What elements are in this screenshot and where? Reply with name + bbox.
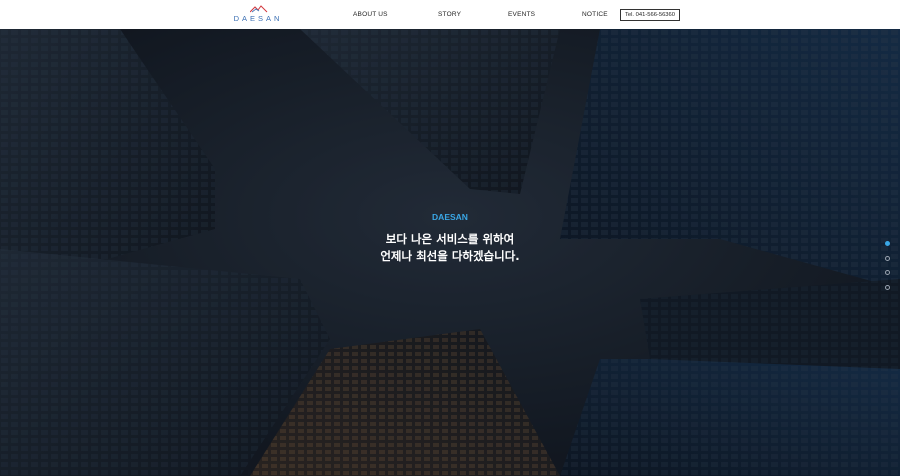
hero-headline-line1: 보다 나은 서비스를 위하여 (385, 232, 515, 246)
hero-kicker: DAESAN (432, 212, 468, 222)
slide-pagination (885, 241, 893, 297)
nav-story[interactable]: STORY (438, 11, 461, 18)
slide-dot-3[interactable] (885, 270, 890, 275)
nav-events[interactable]: EVENTS (508, 11, 535, 18)
slide-dot-2[interactable] (885, 256, 890, 261)
hero-headline-line2: 언제나 최선을 다하겠습니다. (380, 249, 520, 263)
logo[interactable]: DAESAN (233, 5, 283, 25)
logo-text: DAESAN (233, 14, 283, 23)
nav-about-us[interactable]: ABOUT US (353, 11, 388, 18)
hero-section: DAESAN 보다 나은 서비스를 위하여 언제나 최선을 다하겠습니다. (0, 29, 900, 476)
slide-dot-1[interactable] (885, 241, 890, 246)
nav-notice[interactable]: NOTICE (582, 11, 608, 18)
tel-box: Tel. 041-566-56360 (620, 9, 680, 21)
slide-dot-4[interactable] (885, 285, 890, 290)
mountain-logo-icon (250, 5, 268, 13)
site-header: DAESAN ABOUT US STORY EVENTS NOTICE Tel.… (0, 0, 900, 29)
